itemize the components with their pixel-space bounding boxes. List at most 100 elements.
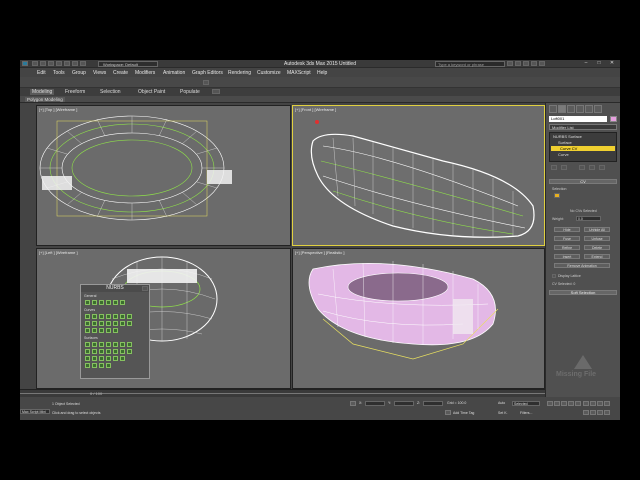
tab-freeform[interactable]: Freeform <box>65 89 85 95</box>
viewport-front-label[interactable]: [+] [Front ] [Wireframe ] <box>295 107 336 112</box>
nurbs-curve-tool-icon[interactable] <box>127 321 132 326</box>
nurbs-tool-icon[interactable] <box>106 300 111 305</box>
pin-stack-icon[interactable] <box>551 165 557 170</box>
menu-group[interactable]: Group <box>72 70 86 76</box>
nurbs-surface-tool-icon[interactable] <box>106 342 111 347</box>
menu-edit[interactable]: Edit <box>37 70 46 76</box>
tab-selection[interactable]: Selection <box>100 89 121 95</box>
refine-button[interactable]: Refine <box>554 245 580 250</box>
search-icon[interactable] <box>507 61 513 66</box>
nurbs-curve-tool-icon[interactable] <box>99 314 104 319</box>
nurbs-curve-tool-icon[interactable] <box>127 314 132 319</box>
display-lattice-checkbox[interactable] <box>552 274 556 278</box>
nurbs-surface-tool-icon[interactable] <box>85 363 90 368</box>
time-slider[interactable]: 0 / 100 <box>20 389 545 397</box>
nurbs-curve-tool-icon[interactable] <box>99 321 104 326</box>
remove-animation-button[interactable]: Remove Animation <box>554 263 610 268</box>
menu-maxscript[interactable]: MAXScript <box>287 70 311 76</box>
viewport-top-label[interactable]: [+] [Top ] [Wireframe ] <box>39 107 77 112</box>
menu-customize[interactable]: Customize <box>257 70 281 76</box>
nurbs-surface-tool-icon[interactable] <box>127 342 132 347</box>
key-filter-dropdown[interactable]: Selected <box>512 401 540 406</box>
create-tab-icon[interactable] <box>549 105 557 113</box>
display-tab-icon[interactable] <box>585 105 593 113</box>
hierarchy-tab-icon[interactable] <box>567 105 575 113</box>
communication-center-icon[interactable] <box>523 61 529 66</box>
nurbs-toolbox-title[interactable]: NURBS <box>81 285 149 292</box>
unhide-all-button[interactable]: Unhide All <box>584 227 610 232</box>
nurbs-surface-tool-icon[interactable] <box>85 342 90 347</box>
menu-modifiers[interactable]: Modifiers <box>135 70 155 76</box>
time-tag-icon[interactable] <box>445 410 451 415</box>
modifier-list-dropdown[interactable]: Modifier List <box>549 124 617 130</box>
prev-frame-icon[interactable] <box>554 401 560 406</box>
configure-sets-icon[interactable] <box>599 165 605 170</box>
zoom-all-icon[interactable] <box>590 401 596 406</box>
zoom-icon[interactable] <box>583 401 589 406</box>
set-key-button[interactable]: Set K. <box>498 411 508 415</box>
nurbs-curve-tool-icon[interactable] <box>92 328 97 333</box>
auto-key-button[interactable]: Auto <box>498 401 505 405</box>
next-frame-icon[interactable] <box>568 401 574 406</box>
nurbs-surface-tool-icon[interactable] <box>113 356 118 361</box>
nurbs-curve-tool-icon[interactable] <box>113 321 118 326</box>
nurbs-curve-tool-icon[interactable] <box>92 314 97 319</box>
viewport-front[interactable]: [+] [Front ] [Wireframe ] <box>292 105 545 246</box>
nurbs-tool-icon[interactable] <box>99 300 104 305</box>
stack-item-selected[interactable]: Curve CV <box>551 146 615 151</box>
frame-counter[interactable]: 0 / 100 <box>90 391 102 396</box>
nurbs-curve-tool-icon[interactable] <box>99 328 104 333</box>
search-input[interactable]: Type a keyword or phrase <box>435 61 505 67</box>
nurbs-surface-tool-icon[interactable] <box>92 363 97 368</box>
key-filters-button[interactable]: Filters... <box>520 411 532 415</box>
select-link-icon[interactable] <box>203 80 209 85</box>
tab-populate[interactable]: Populate <box>180 89 200 95</box>
menu-tools[interactable]: Tools <box>53 70 65 76</box>
menu-graph-editors[interactable]: Graph Editors <box>192 70 223 76</box>
menu-help[interactable]: Help <box>317 70 327 76</box>
subscription-icon[interactable] <box>515 61 521 66</box>
nurbs-surface-tool-icon[interactable] <box>113 342 118 347</box>
soft-selection-rollout-header[interactable]: Soft Selection <box>549 290 617 295</box>
add-time-tag[interactable]: Add Time Tag <box>453 411 474 415</box>
zoom-extents-icon[interactable] <box>597 401 603 406</box>
nurbs-surface-tool-icon[interactable] <box>106 356 111 361</box>
close-icon[interactable] <box>142 286 148 291</box>
fuse-button[interactable]: Fuse <box>554 236 580 241</box>
nurbs-surface-tool-icon[interactable] <box>85 349 90 354</box>
stack-item[interactable]: Surface <box>558 140 572 145</box>
nurbs-tool-icon[interactable] <box>85 300 90 305</box>
menu-create[interactable]: Create <box>113 70 128 76</box>
nurbs-surface-tool-icon[interactable] <box>120 349 125 354</box>
orbit-icon[interactable] <box>597 410 603 415</box>
object-name-field[interactable]: Loft001 <box>549 116 607 122</box>
make-unique-icon[interactable] <box>579 165 585 170</box>
favorites-icon[interactable] <box>531 61 537 66</box>
nurbs-tool-icon[interactable] <box>92 300 97 305</box>
object-color-swatch[interactable] <box>610 116 617 122</box>
nurbs-surface-tool-icon[interactable] <box>92 342 97 347</box>
nurbs-toolbox[interactable]: NURBS General Curves Surfaces <box>80 284 150 379</box>
unfuse-button[interactable]: Unfuse <box>584 236 610 241</box>
nurbs-surface-tool-icon[interactable] <box>113 349 118 354</box>
cv-rollout-header[interactable]: CV <box>549 179 617 184</box>
polygon-modeling-label[interactable]: Polygon Modeling <box>25 97 65 102</box>
nurbs-surface-tool-icon[interactable] <box>92 356 97 361</box>
modify-tab-icon[interactable] <box>558 105 566 113</box>
help-icon[interactable] <box>539 61 545 66</box>
tab-object-paint[interactable]: Object Paint <box>138 89 165 95</box>
viewport-perspective[interactable]: [+] [Perspective ] [Realistic ] <box>292 248 545 389</box>
nurbs-surface-tool-icon[interactable] <box>99 349 104 354</box>
extend-button[interactable]: Extend <box>584 254 610 259</box>
nurbs-surface-tool-icon[interactable] <box>85 356 90 361</box>
lock-selection-icon[interactable] <box>350 401 356 406</box>
minimize-button[interactable]: – <box>580 60 592 67</box>
play-icon[interactable] <box>561 401 567 406</box>
y-coordinate-field[interactable] <box>394 401 414 406</box>
insert-button[interactable]: Insert <box>554 254 580 259</box>
nurbs-curve-tool-icon[interactable] <box>85 328 90 333</box>
maxscript-listener[interactable]: Max Script Mini <box>20 409 50 414</box>
ribbon-options-icon[interactable] <box>212 89 220 94</box>
motion-tab-icon[interactable] <box>576 105 584 113</box>
close-button[interactable]: ✕ <box>606 60 618 67</box>
